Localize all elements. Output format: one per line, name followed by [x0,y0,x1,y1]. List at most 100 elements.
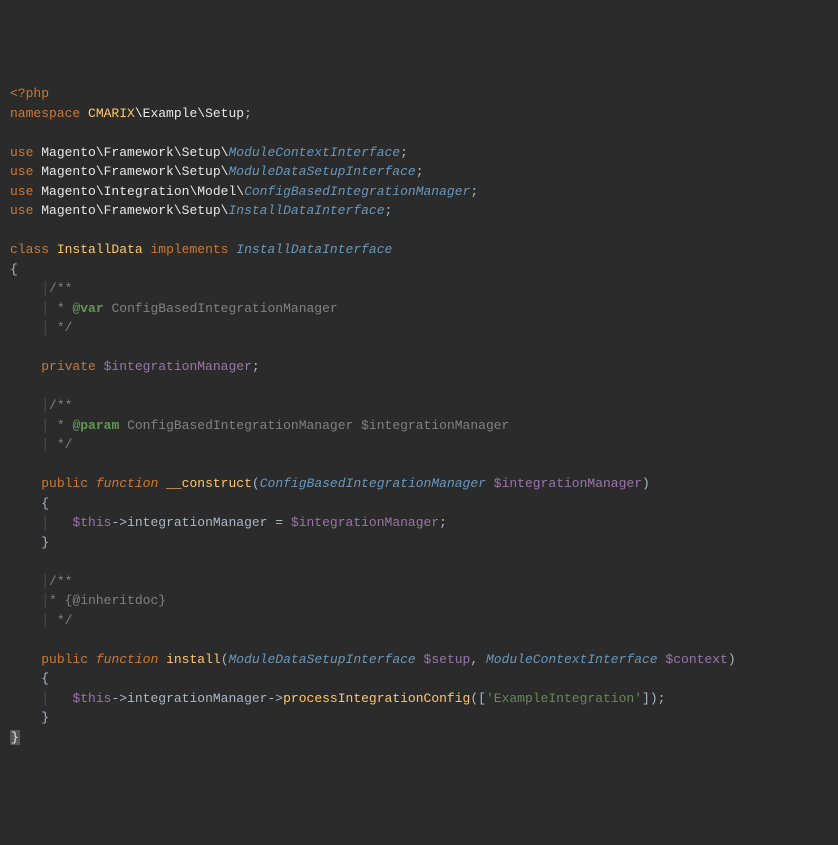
punct: ; [400,145,408,160]
this-var: $this [72,691,111,706]
property: integrationManager [127,515,267,530]
kw-class: class [10,242,49,257]
code-line: │ */ [10,611,828,631]
kw-public: public [41,652,88,667]
punct: ) [728,652,736,667]
code-line: public function install(ModuleDataSetupI… [10,650,828,670]
use-class: ConfigBasedIntegrationManager [244,184,470,199]
punct: \ [135,106,143,121]
fn-install: install [166,652,221,667]
code-line: { [10,669,828,689]
punct: = [268,515,291,530]
brace-close: } [41,535,49,550]
doc-star: * [49,320,65,335]
doc-tag: @param [72,418,119,433]
code-line: } [10,728,828,748]
doc-tag: @var [72,301,103,316]
code-line: } [10,533,828,553]
code-line: } [10,708,828,728]
doc-open: /** [49,281,72,296]
punct: ) [650,691,658,706]
kw-public: public [41,476,88,491]
kw-namespace: namespace [10,106,80,121]
punct: ( [252,476,260,491]
indent-guide: │ [41,398,49,413]
code-line: │/** [10,279,828,299]
indent-guide: │ [41,301,49,316]
indent-guide: │ [41,691,49,706]
fn-construct: __construct [166,476,252,491]
punct: ; [244,106,252,121]
punct: \ [197,106,205,121]
code-line: │ * @param ConfigBasedIntegrationManager… [10,416,828,436]
punct: ; [439,515,447,530]
code-line: <?php [10,84,828,104]
code-line: use Magento\Framework\Setup\ModuleDataSe… [10,162,828,182]
kw-use: use [10,145,33,160]
punct: ; [385,203,393,218]
doc-star: * [49,613,65,628]
php-open-tag: <?php [10,86,49,101]
use-path: Magento\Framework\Setup [41,164,220,179]
indent-guide: │ [41,320,49,335]
code-line: │* {@inheritdoc} [10,591,828,611]
kw-function: function [96,652,158,667]
field-var: $integrationManager [104,359,252,374]
code-line: │/** [10,396,828,416]
code-line: { [10,494,828,514]
code-line: │/** [10,572,828,592]
code-line: │ $this->integrationManager->processInte… [10,689,828,709]
string-literal: 'ExampleIntegration' [486,691,642,706]
ns-root: CMARIX [88,106,135,121]
kw-implements: implements [150,242,228,257]
punct: \ [236,184,244,199]
caret-position: } [10,730,20,745]
code-line: │ * @var ConfigBasedIntegrationManager [10,299,828,319]
doc-type: ConfigBasedIntegrationManager [111,301,337,316]
punct: ; [416,164,424,179]
punct: ; [252,359,260,374]
arrow: -> [111,515,127,530]
code-line: │ */ [10,435,828,455]
use-path: Magento\Framework\Setup [41,145,220,160]
code-line: namespace CMARIX\Example\Setup; [10,104,828,124]
use-path: Magento\Framework\Setup [41,203,220,218]
kw-use: use [10,203,33,218]
param-var: $context [665,652,727,667]
indent-guide: │ [41,593,49,608]
code-editor[interactable]: <?php namespace CMARIX\Example\Setup; use… [10,84,828,747]
arrow: -> [268,691,284,706]
use-class: ModuleContextInterface [228,145,400,160]
param-type: ModuleDataSetupInterface [229,652,416,667]
code-line: │ */ [10,318,828,338]
code-line: use Magento\Integration\Model\ConfigBase… [10,182,828,202]
this-var: $this [72,515,111,530]
arrow: -> [111,691,127,706]
punct: ; [658,691,666,706]
interface-name: InstallDataInterface [236,242,392,257]
brace-open: { [10,262,18,277]
param-var: $setup [424,652,471,667]
ns-seg: Example [143,106,198,121]
punct: ; [470,184,478,199]
brace-close: } [41,710,49,725]
code-line: class InstallData implements InstallData… [10,240,828,260]
code-line: use Magento\Framework\Setup\InstallDataI… [10,201,828,221]
kw-function: function [96,476,158,491]
code-line: { [10,260,828,280]
indent-guide: │ [41,613,49,628]
code-line: private $integrationManager; [10,357,828,377]
indent-guide: │ [41,418,49,433]
doc-var: $integrationManager [361,418,509,433]
rhs-var: $integrationManager [291,515,439,530]
punct: ] [642,691,650,706]
doc-star: * [49,301,72,316]
doc-open: /** [49,398,72,413]
use-path: Magento\Integration\Model [41,184,236,199]
param-type: ModuleContextInterface [486,652,658,667]
doc-star: * [49,418,72,433]
brace-open: { [41,671,49,686]
code-line: │ $this->integrationManager = $integrati… [10,513,828,533]
punct: ( [221,652,229,667]
property: integrationManager [127,691,267,706]
